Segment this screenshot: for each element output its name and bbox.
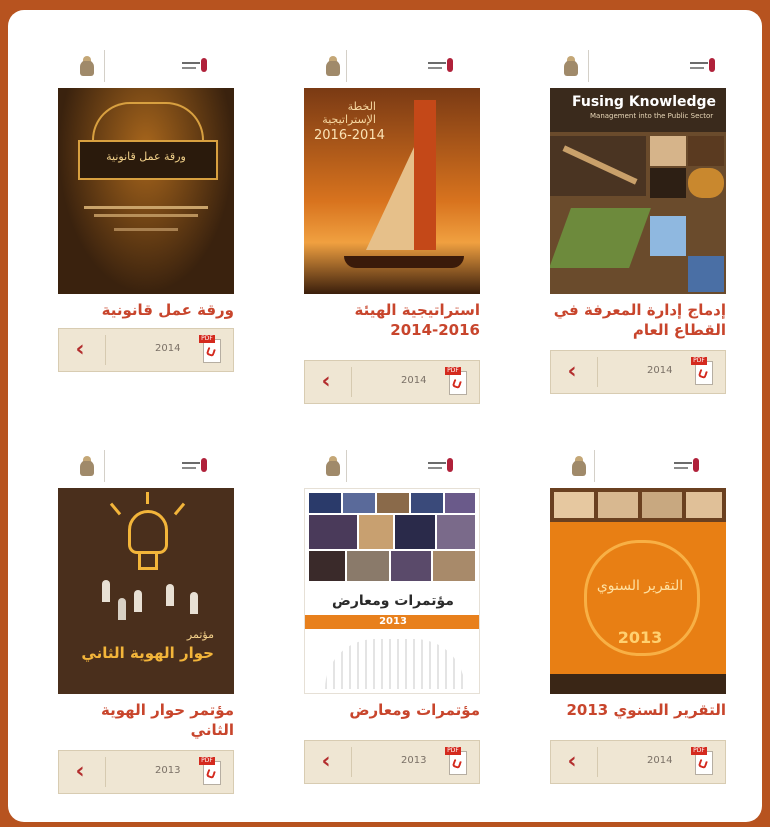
publication-year: 2014 [401, 375, 427, 386]
cover-subheading: 2013 [617, 628, 663, 647]
publication-cover[interactable]: Fusing Knowledge Management into the Pub… [550, 88, 726, 294]
cover-header [304, 444, 480, 488]
authority-logo-icon [428, 58, 454, 74]
cover-heading: التقرير السنوي [596, 578, 684, 594]
publication-year: 2014 [647, 365, 673, 376]
cover-heading: ورقة عمل قانونية [106, 150, 186, 163]
cover-subheading: 2013 [379, 616, 407, 627]
uae-emblem-icon [326, 456, 340, 476]
publication-title[interactable]: إدماج إدارة المعرفة في القطاع العام [550, 300, 726, 340]
pdf-icon[interactable]: PDF [691, 357, 715, 387]
publication-year: 2014 [155, 343, 181, 354]
publication-title[interactable]: ورقة عمل قانونية [58, 300, 234, 320]
download-bar: ‹ 2014 PDF [58, 328, 234, 372]
publication-cover[interactable]: ورقة عمل قانونية [58, 88, 234, 294]
cover-subheading: حوار الهوية الثاني [81, 644, 214, 662]
download-bar: ‹ 2013 PDF [58, 750, 234, 794]
chevron-left-icon[interactable]: ‹ [315, 371, 337, 393]
pdf-icon[interactable]: PDF [445, 367, 469, 397]
download-bar: ‹ 2013 PDF [304, 740, 480, 784]
publication-cover[interactable]: مؤتمرات ومعارض 2013 [304, 488, 480, 694]
authority-logo-icon [690, 58, 716, 74]
cover-subheading: Management into the Public Sector [590, 112, 714, 120]
publication-cover[interactable]: الخطة الإستراتيجية 2016-2014 [304, 88, 480, 294]
cover-header [58, 444, 234, 488]
pdf-icon[interactable]: PDF [445, 747, 469, 777]
authority-logo-icon [182, 58, 208, 74]
cover-header [550, 44, 726, 88]
authority-logo-icon [428, 458, 454, 474]
chevron-left-icon[interactable]: ‹ [561, 751, 583, 773]
uae-emblem-icon [572, 456, 586, 476]
download-bar: ‹ 2014 PDF [550, 740, 726, 784]
cover-header [58, 44, 234, 88]
publications-panel: Fusing Knowledge Management into the Pub… [8, 10, 762, 822]
chevron-left-icon[interactable]: ‹ [315, 751, 337, 773]
chevron-left-icon[interactable]: ‹ [69, 761, 91, 783]
publication-year: 2014 [647, 755, 673, 766]
pdf-icon[interactable]: PDF [199, 335, 223, 365]
publication-title[interactable]: استراتيجية الهيئة 2016-2014 [304, 300, 480, 340]
lightbulb-icon [128, 510, 168, 554]
publication-title[interactable]: التقرير السنوي 2013 [550, 700, 727, 720]
publication-cover[interactable]: مؤتمر حوار الهوية الثاني [58, 488, 234, 694]
cover-header [304, 44, 480, 88]
cover-heading: مؤتمر [186, 628, 214, 641]
chevron-left-icon[interactable]: ‹ [69, 339, 91, 361]
chevron-left-icon[interactable]: ‹ [561, 361, 583, 383]
publication-title[interactable]: مؤتمر حوار الهوية الثاني [58, 700, 234, 740]
uae-emblem-icon [80, 456, 94, 476]
download-bar: ‹ 2014 PDF [304, 360, 480, 404]
cover-heading: Fusing Knowledge [572, 94, 717, 110]
publication-cover[interactable]: التقرير السنوي 2013 [550, 488, 726, 694]
uae-emblem-icon [326, 56, 340, 76]
download-bar: ‹ 2014 PDF [550, 350, 726, 394]
authority-logo-icon [182, 458, 208, 474]
authority-logo-icon [674, 458, 700, 474]
publication-year: 2013 [155, 765, 181, 776]
publication-title[interactable]: مؤتمرات ومعارض [304, 700, 480, 720]
uae-emblem-icon [80, 56, 94, 76]
cover-heading: مؤتمرات ومعارض [332, 593, 454, 609]
uae-emblem-icon [564, 56, 578, 76]
cover-header [550, 444, 726, 488]
publication-year: 2013 [401, 755, 427, 766]
pdf-icon[interactable]: PDF [199, 757, 223, 787]
pdf-icon[interactable]: PDF [691, 747, 715, 777]
